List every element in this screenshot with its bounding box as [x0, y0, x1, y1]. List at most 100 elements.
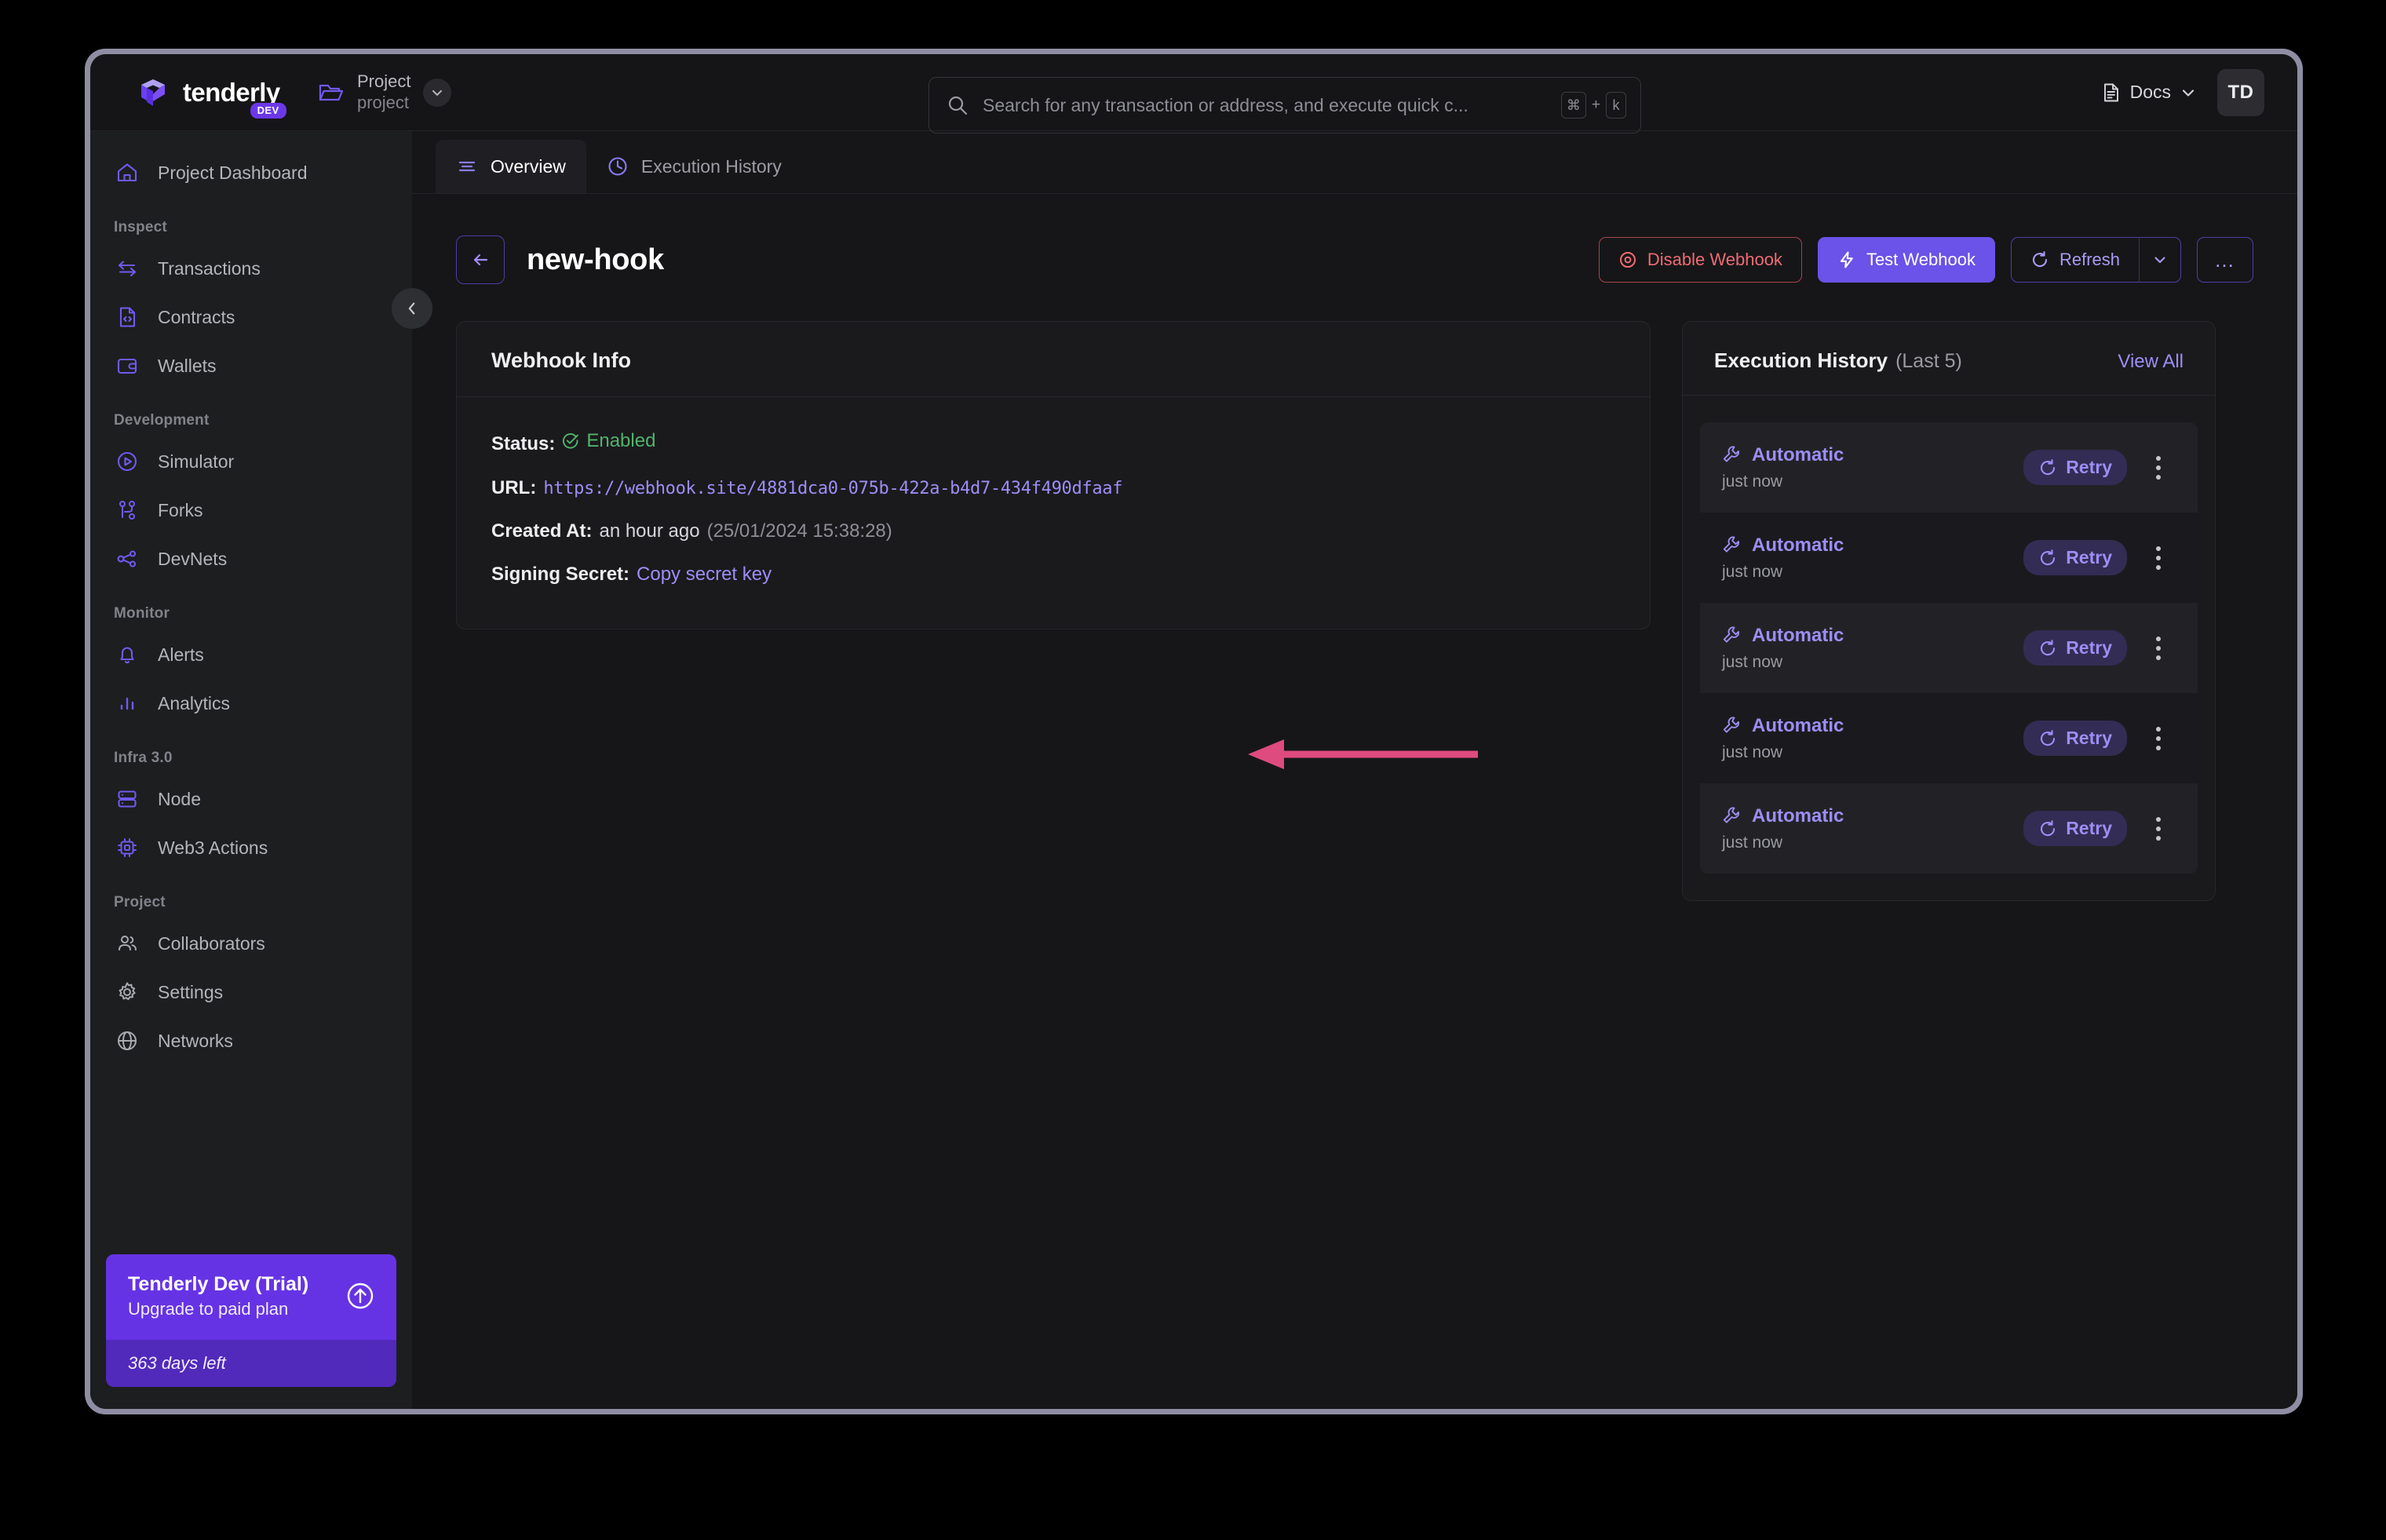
brand-logo-link[interactable]: tenderly DEV	[90, 75, 286, 119]
row-menu-button[interactable]	[2140, 816, 2177, 841]
sidebar-item-project-dashboard[interactable]: Project Dashboard	[90, 148, 412, 197]
sidebar-item-devnets[interactable]: DevNets	[90, 535, 412, 583]
execution-info: Automatic just now	[1722, 625, 2023, 672]
sidebar-item-settings[interactable]: Settings	[90, 968, 412, 1016]
check-circle-icon	[562, 432, 579, 450]
page-title: new-hook	[527, 243, 664, 276]
search-icon	[947, 94, 969, 116]
sidebar-group-monitor: Monitor	[114, 605, 170, 622]
table-row[interactable]: Automatic just now Retry	[1700, 693, 2198, 783]
row-menu-button[interactable]	[2140, 546, 2177, 570]
tab-label: Execution History	[640, 155, 782, 177]
bell-icon	[114, 641, 140, 668]
wrench-icon	[1722, 535, 1742, 556]
transactions-icon	[114, 255, 140, 282]
refresh-dropdown-button[interactable]	[2139, 237, 2181, 283]
retry-button[interactable]: Retry	[2023, 540, 2127, 575]
sidebar-item-node[interactable]: Node	[90, 775, 412, 823]
trial-upgrade-banner[interactable]: Tenderly Dev (Trial) Upgrade to paid pla…	[106, 1254, 396, 1387]
tab-bar: Overview Execution History	[412, 131, 2297, 194]
sidebar-collapse-button[interactable]	[392, 288, 432, 329]
tenderly-logo-icon	[136, 75, 170, 110]
sidebar-item-label: DevNets	[158, 548, 228, 569]
trial-banner-top[interactable]: Tenderly Dev (Trial) Upgrade to paid pla…	[106, 1254, 396, 1340]
disable-icon	[1618, 250, 1637, 269]
table-row[interactable]: Automatic just now Retry	[1700, 422, 2198, 513]
table-row[interactable]: Automatic just now Retry	[1700, 513, 2198, 603]
retry-button[interactable]: Retry	[2023, 450, 2127, 485]
sidebar-item-label: Analytics	[158, 692, 231, 713]
sidebar-item-label: Transactions	[158, 257, 261, 279]
docs-menu-button[interactable]: Docs	[2101, 82, 2197, 103]
tab-execution-history[interactable]: Execution History	[586, 140, 802, 193]
sidebar-item-networks[interactable]: Networks	[90, 1016, 412, 1065]
more-options-button[interactable]: …	[2197, 237, 2253, 283]
globe-icon	[114, 1027, 140, 1054]
chevron-down-icon[interactable]	[423, 78, 452, 107]
tab-overview[interactable]: Overview	[436, 140, 586, 193]
search-input[interactable]	[983, 94, 1561, 116]
sidebar-group-project: Project	[114, 894, 166, 910]
webhook-url-value[interactable]: https://webhook.site/4881dca0-075b-422a-…	[543, 477, 1122, 501]
webhook-info-card-header: Webhook Info	[457, 322, 1650, 397]
sidebar-item-simulator[interactable]: Simulator	[90, 437, 412, 486]
sidebar-item-label: Forks	[158, 499, 203, 520]
sidebar-item-forks[interactable]: Forks	[90, 486, 412, 535]
main-content: Overview Execution History new-hook Disa…	[412, 131, 2297, 1409]
disable-webhook-button[interactable]: Disable Webhook	[1598, 237, 1802, 283]
test-webhook-button[interactable]: Test Webhook	[1817, 237, 1995, 283]
sidebar-item-label: Web3 Actions	[158, 837, 268, 858]
global-search[interactable]: ⌘ + k	[928, 77, 1641, 133]
webhook-created-row: Created At: an hour ago (25/01/2024 15:3…	[491, 519, 1615, 544]
retry-button[interactable]: Retry	[2023, 721, 2127, 756]
execution-history-list: Automatic just now Retry Automatic just …	[1700, 422, 2198, 874]
search-shortcut-key: k	[1606, 92, 1626, 119]
copy-secret-key-link[interactable]: Copy secret key	[637, 562, 772, 587]
execution-info: Automatic just now	[1722, 444, 2023, 491]
sidebar-item-transactions[interactable]: Transactions	[90, 244, 412, 293]
execution-timestamp: just now	[1722, 562, 1783, 581]
page-content: new-hook Disable Webhook Test Webhook Re…	[412, 194, 2297, 1409]
search-shortcut-cmd: ⌘	[1560, 92, 1586, 119]
sidebar-item-collaborators[interactable]: Collaborators	[90, 919, 412, 968]
sidebar-item-label: Networks	[158, 1030, 233, 1051]
table-row[interactable]: Automatic just now Retry	[1700, 783, 2198, 874]
execution-timestamp: just now	[1722, 472, 1783, 491]
sidebar-group-inspect: Inspect	[114, 219, 167, 235]
execution-timestamp: just now	[1722, 833, 1783, 852]
refresh-button[interactable]: Refresh	[2010, 237, 2139, 283]
panels-row: Webhook Info Status: Enabled URL: https:…	[456, 321, 2253, 901]
sidebar-item-contracts[interactable]: Contracts	[90, 293, 412, 341]
sidebar-group-infra: Infra 3.0	[114, 750, 173, 766]
retry-button[interactable]: Retry	[2023, 630, 2127, 666]
execution-info: Automatic just now	[1722, 535, 2023, 582]
brand-plan-badge: DEV	[250, 103, 286, 119]
row-menu-button[interactable]	[2140, 726, 2177, 750]
status-label: Status:	[491, 433, 556, 455]
sidebar-item-web3-actions[interactable]: Web3 Actions	[90, 823, 412, 872]
view-all-link[interactable]: View All	[2118, 351, 2184, 373]
sidebar-item-alerts[interactable]: Alerts	[90, 630, 412, 679]
execution-history-count: (Last 5)	[1895, 350, 1962, 372]
table-row[interactable]: Automatic just now Retry	[1700, 603, 2198, 693]
back-button[interactable]	[456, 235, 505, 284]
status-badge: Enabled	[562, 429, 655, 454]
bar-chart-icon	[114, 690, 140, 717]
sidebar-item-analytics[interactable]: Analytics	[90, 679, 412, 728]
project-switcher[interactable]: Project project	[318, 71, 452, 114]
retry-icon	[2038, 819, 2057, 838]
row-menu-button[interactable]	[2140, 455, 2177, 480]
created-at-label: Created At:	[491, 520, 593, 542]
project-name: Project	[357, 71, 411, 91]
sidebar-item-wallets[interactable]: Wallets	[90, 341, 412, 390]
arrow-up-circle-icon	[343, 1279, 378, 1313]
status-value: Enabled	[586, 430, 656, 451]
retry-icon	[2038, 549, 2057, 567]
execution-info: Automatic just now	[1722, 715, 2023, 762]
execution-history-title: Execution History	[1714, 349, 1888, 372]
contract-file-icon	[114, 304, 140, 330]
retry-button[interactable]: Retry	[2023, 811, 2127, 846]
user-avatar[interactable]: TD	[2217, 68, 2264, 116]
row-menu-button[interactable]	[2140, 636, 2177, 660]
browser-window-frame: tenderly DEV Project project Search for …	[85, 49, 2303, 1414]
